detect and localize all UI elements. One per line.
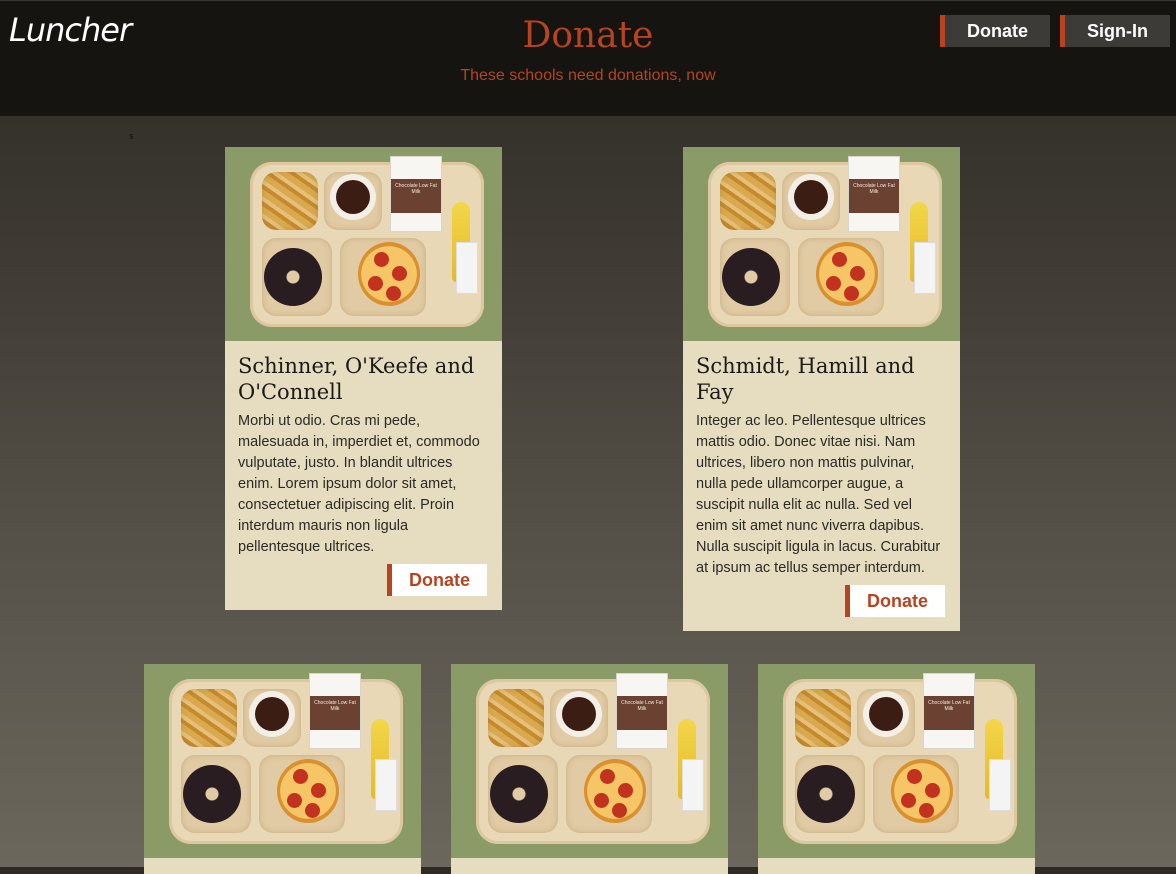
card-donate-button[interactable]: Donate bbox=[845, 585, 945, 617]
milk-label: Chocolate Low Fat Milk bbox=[621, 700, 663, 712]
donut bbox=[490, 765, 548, 823]
milk-carton: Chocolate Low Fat Milk bbox=[616, 673, 668, 749]
milk-carton: Chocolate Low Fat Milk bbox=[848, 156, 900, 232]
card-donate-button[interactable]: Donate bbox=[387, 564, 487, 596]
milk-carton: Chocolate Low Fat Milk bbox=[390, 156, 442, 232]
school-card: Chocolate Low Fat Milk Schinner, O'Keefe… bbox=[225, 147, 502, 610]
donut bbox=[264, 248, 322, 306]
school-card: Chocolate Low Fat Milk bbox=[451, 664, 728, 874]
donut bbox=[183, 765, 241, 823]
school-description: Morbi ut odio. Cras mi pede, malesuada i… bbox=[238, 413, 480, 555]
school-card: Chocolate Low Fat Milk Schmidt, Hamill a… bbox=[683, 147, 960, 631]
school-description: Integer ac leo. Pellentesque ultrices ma… bbox=[696, 413, 941, 576]
milk-label: Chocolate Low Fat Milk bbox=[314, 700, 356, 712]
milk-label: Chocolate Low Fat Milk bbox=[928, 700, 970, 712]
page-subtitle: These schools need donations, now bbox=[460, 67, 716, 84]
nav-donate-button[interactable]: Donate bbox=[940, 15, 1050, 47]
lunch-tray: Chocolate Low Fat Milk bbox=[476, 673, 710, 844]
milk-label: Chocolate Low Fat Milk bbox=[853, 183, 895, 195]
lunch-tray: Chocolate Low Fat Milk bbox=[250, 156, 484, 327]
lunch-tray: Chocolate Low Fat Milk bbox=[169, 673, 403, 844]
school-name: Schmidt, Hamill and Fay bbox=[696, 354, 915, 404]
milk-label: Chocolate Low Fat Milk bbox=[395, 183, 437, 195]
lunch-tray-image: Chocolate Low Fat Milk bbox=[758, 664, 1035, 858]
donut bbox=[722, 248, 780, 306]
lunch-tray: Chocolate Low Fat Milk bbox=[708, 156, 942, 327]
lunch-tray: Chocolate Low Fat Milk bbox=[783, 673, 1017, 844]
lunch-tray-image: Chocolate Low Fat Milk bbox=[225, 147, 502, 341]
school-card: Chocolate Low Fat Milk bbox=[758, 664, 1035, 874]
milk-carton: Chocolate Low Fat Milk bbox=[309, 673, 361, 749]
donut bbox=[797, 765, 855, 823]
lunch-tray-image: Chocolate Low Fat Milk bbox=[451, 664, 728, 858]
stray-text: s bbox=[129, 132, 134, 142]
lunch-tray-image: Chocolate Low Fat Milk bbox=[144, 664, 421, 858]
top-bar: Luncher Donate These schools need donati… bbox=[0, 0, 1176, 116]
nav-signin-button[interactable]: Sign-In bbox=[1060, 15, 1170, 47]
school-card: Chocolate Low Fat Milk bbox=[144, 664, 421, 874]
lunch-tray-image: Chocolate Low Fat Milk bbox=[683, 147, 960, 341]
school-name: Schinner, O'Keefe and O'Connell bbox=[238, 354, 475, 404]
milk-carton: Chocolate Low Fat Milk bbox=[923, 673, 975, 749]
